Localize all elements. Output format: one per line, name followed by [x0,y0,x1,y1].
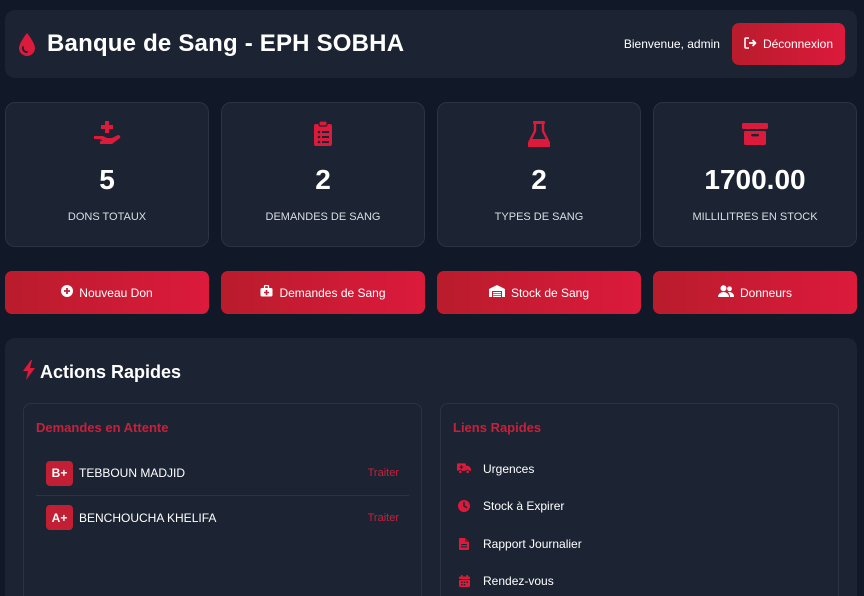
link-daily-report[interactable]: Rapport Journalier [457,525,582,563]
stat-card-stock: 1700.00 MILLILITRES EN STOCK [653,102,857,247]
stat-card-types: 2 TYPES DE SANG [437,102,641,247]
ambulance-icon [457,463,471,475]
stat-card-dons: 5 DONS TOTAUX [5,102,209,247]
pending-requests-title: Demandes en Attente [36,420,169,435]
quick-links-list: Urgences Stock à Expirer Rapport Journal… [457,450,582,596]
clipboard-list-icon [313,120,333,148]
blood-stock-button[interactable]: Stock de Sang [437,271,641,314]
logout-button[interactable]: Déconnexion [731,23,845,65]
quick-links-card: Liens Rapides Urgences Stock à Expirer R… [440,403,839,596]
logout-label: Déconnexion [762,37,833,51]
donors-button[interactable]: Donneurs [653,271,857,314]
blood-type-badge: B+ [46,460,73,486]
stat-card-demandes: 2 DEMANDES DE SANG [221,102,425,247]
process-link[interactable]: Traiter [368,512,399,524]
stat-value: 2 [315,164,331,195]
archive-box-icon [742,120,768,148]
link-label: Stock à Expirer [483,499,565,514]
pending-requests-card: Demandes en Attente B+ TEBBOUN MADJID Tr… [23,403,422,596]
actions-row: Nouveau Don Demandes de Sang Stock de Sa… [5,271,857,314]
stat-label: DONS TOTAUX [67,211,147,223]
brand: Banque de Sang - EPH SOBHA [17,30,404,58]
medkit-icon [260,284,273,300]
action-label: Nouveau Don [79,285,153,300]
plus-circle-icon [61,285,74,300]
users-icon [717,285,735,300]
file-icon [457,537,471,550]
list-item: B+ TEBBOUN MADJID Traiter [36,451,409,495]
action-label: Donneurs [739,285,793,300]
list-item: A+ BENCHOUCHA KHELIFA Traiter [36,495,409,539]
stats-row: 5 DONS TOTAUX 2 DEMANDES DE SANG 2 TYPES… [5,102,857,247]
stat-value: 1700.00 [704,164,806,195]
flask-icon [528,120,550,148]
quick-links-title: Liens Rapides [453,420,542,435]
stat-label: MILLILITRES EN STOCK [692,211,818,223]
link-label: Rapport Journalier [483,536,582,551]
link-urgences[interactable]: Urgences [457,450,582,488]
blood-drop-icon [17,32,37,56]
process-link[interactable]: Traiter [368,467,399,479]
action-label: Demandes de Sang [279,285,386,300]
pending-requests-list: B+ TEBBOUN MADJID Traiter A+ BENCHOUCHA … [36,451,409,539]
stat-value: 5 [99,164,115,195]
blood-requests-button[interactable]: Demandes de Sang [221,271,425,314]
page-title: Banque de Sang - EPH SOBHA [47,30,405,57]
stat-label: DEMANDES DE SANG [265,211,381,223]
quick-actions-panel: Actions Rapides Demandes en Attente B+ T… [5,338,857,596]
blood-type-badge: A+ [46,505,73,530]
stat-value: 2 [531,164,547,195]
warehouse-icon [488,285,505,300]
hand-donate-icon [93,120,121,148]
new-donation-button[interactable]: Nouveau Don [5,271,209,314]
requester-name: BENCHOUCHA KHELIFA [79,510,217,525]
quick-actions-title: Actions Rapides [22,360,181,385]
link-label: Urgences [483,461,535,476]
stat-label: TYPES DE SANG [494,211,584,223]
link-label: Rendez-vous [483,574,554,589]
welcome-text: Bienvenue, admin [623,37,720,51]
calendar-icon [457,575,471,588]
sign-out-icon [744,36,757,52]
link-expiring-stock[interactable]: Stock à Expirer [457,488,582,526]
link-appointments[interactable]: Rendez-vous [457,563,582,596]
action-label: Stock de Sang [510,285,590,300]
bolt-icon [22,360,36,385]
clock-icon [457,500,471,513]
app-header: Banque de Sang - EPH SOBHA Bienvenue, ad… [5,10,857,78]
requester-name: TEBBOUN MADJID [79,466,186,480]
